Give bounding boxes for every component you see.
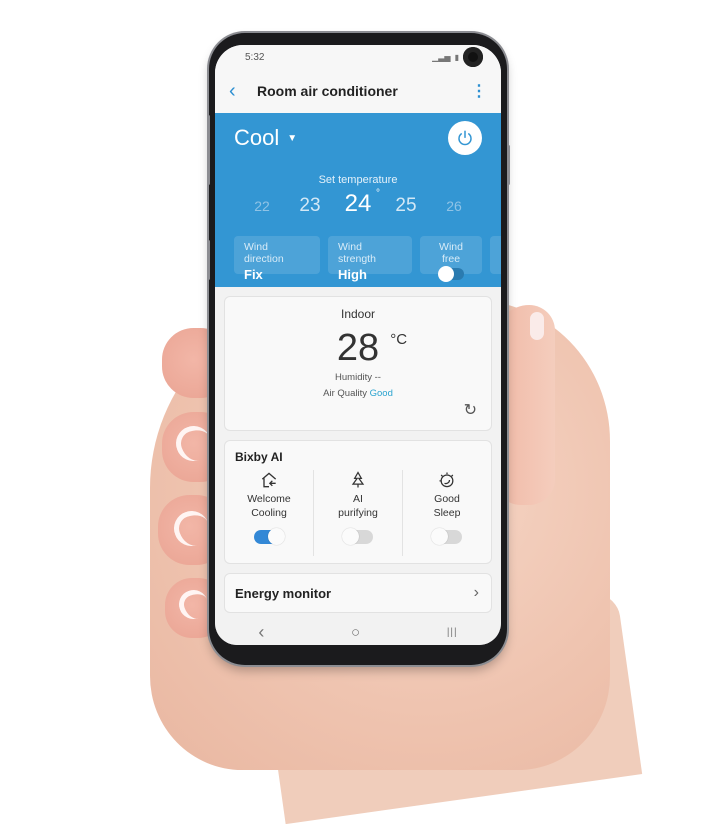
chevron-right-icon: › [473,584,479,601]
bixby-title: Bixby AI [235,450,283,464]
status-bar: 5:32 ▁▃▅ ▮ [215,45,501,69]
temp-selected-value: 24 [344,190,372,217]
wind-free-toggle[interactable] [438,266,464,282]
set-temperature-label: Set temperature [318,174,398,186]
finger-nail [169,506,214,551]
status-time: 5:32 [245,51,265,63]
power-side-button [507,145,510,185]
feature-label: Good Sleep [433,493,461,519]
wind-strength-chip[interactable]: Wind strength High [328,236,412,282]
volume-button [207,115,210,185]
nav-back-button[interactable]: ‹ [258,622,264,643]
chip-value: Fix [244,267,263,282]
wind-free-chip[interactable]: Wind free [420,236,482,282]
chip-value: High [338,267,367,282]
back-button[interactable]: ‹ [229,80,257,103]
nav-recents-button[interactable]: ||| [447,627,458,638]
temp-option[interactable]: 25 [382,195,430,217]
degree-symbol: ° [376,188,380,199]
wind-chips: Wind direction Fix Wind strength High Wi… [234,236,501,282]
air-quality-label: Air Quality [323,388,367,399]
status-icons: ▁▃▅ ▮ [432,47,483,67]
toggle-knob [431,528,448,545]
more-chip[interactable] [490,236,501,274]
bixby-button [207,240,210,280]
power-icon [458,130,472,146]
power-button[interactable] [448,121,482,155]
system-nav-bar: ‹ ○ ||| [215,619,501,645]
front-camera [463,47,483,67]
more-options-button[interactable]: ⋮ [471,81,487,101]
air-quality: Air Quality Good [225,388,491,399]
thumb-nail [530,312,544,340]
indoor-title: Indoor [340,307,376,321]
phone-screen: 5:32 ▁▃▅ ▮ ‹ Room air conditioner ⋮ Cool… [215,45,501,645]
feature-label: AI purifying [338,493,378,519]
nav-home-button[interactable]: ○ [351,624,360,641]
home-enter-icon [225,470,313,490]
tree-icon [314,470,402,490]
temperature-picker[interactable]: 22 23 24 ° 25 26 [215,188,501,218]
temp-option[interactable]: 26 [430,198,478,214]
temp-selected[interactable]: 24 ° [334,188,382,218]
feature-ai-purifying: AI purifying [314,470,403,556]
toggle-knob [268,528,285,545]
temp-option[interactable]: 23 [286,195,334,217]
feature-good-sleep: Good Sleep [403,470,491,556]
indoor-card: Indoor 28 °C Humidity -- Air Quality Goo… [224,296,492,431]
ai-purifying-toggle[interactable] [342,528,373,545]
energy-monitor-row[interactable]: Energy monitor › [224,573,492,613]
toggle-knob [342,528,359,545]
page-title: Room air conditioner [257,83,398,99]
wind-direction-chip[interactable]: Wind direction Fix [234,236,320,282]
finger-nail [174,585,213,624]
app-bar: ‹ Room air conditioner ⋮ [215,69,501,113]
feature-label: Welcome Cooling [247,493,291,519]
refresh-icon[interactable]: ↻ [464,400,477,420]
indoor-temp-value: 28 [336,327,380,369]
bixby-ai-card: Bixby AI Welcome Cooling AI purifying Go… [224,440,492,564]
signal-icon: ▁▃▅ [432,52,451,62]
good-sleep-toggle[interactable] [431,528,462,545]
feature-welcome-cooling: Welcome Cooling [225,470,314,556]
humidity-text: Humidity -- [335,372,381,383]
mode-label: Cool [234,125,280,150]
battery-icon: ▮ [454,52,459,62]
welcome-cooling-toggle[interactable] [254,528,285,545]
indoor-temperature: 28 °C [336,327,407,370]
caret-down-icon: ▼ [287,132,298,144]
chip-label: Wind strength [338,241,376,265]
chip-label: Wind direction [244,241,284,265]
energy-monitor-label: Energy monitor [235,585,332,601]
toggle-knob [438,266,454,282]
mode-dropdown[interactable]: Cool ▼ [234,125,297,151]
sleep-icon [403,470,491,490]
control-panel: Cool ▼ Set temperature 22 23 24 ° 25 26 W… [215,113,501,287]
chip-label: Wind free [439,241,463,265]
temp-option[interactable]: 22 [238,198,286,214]
indoor-temp-unit: °C [390,331,408,348]
air-quality-value: Good [369,388,393,399]
bixby-features: Welcome Cooling AI purifying Good Sleep [225,470,491,556]
